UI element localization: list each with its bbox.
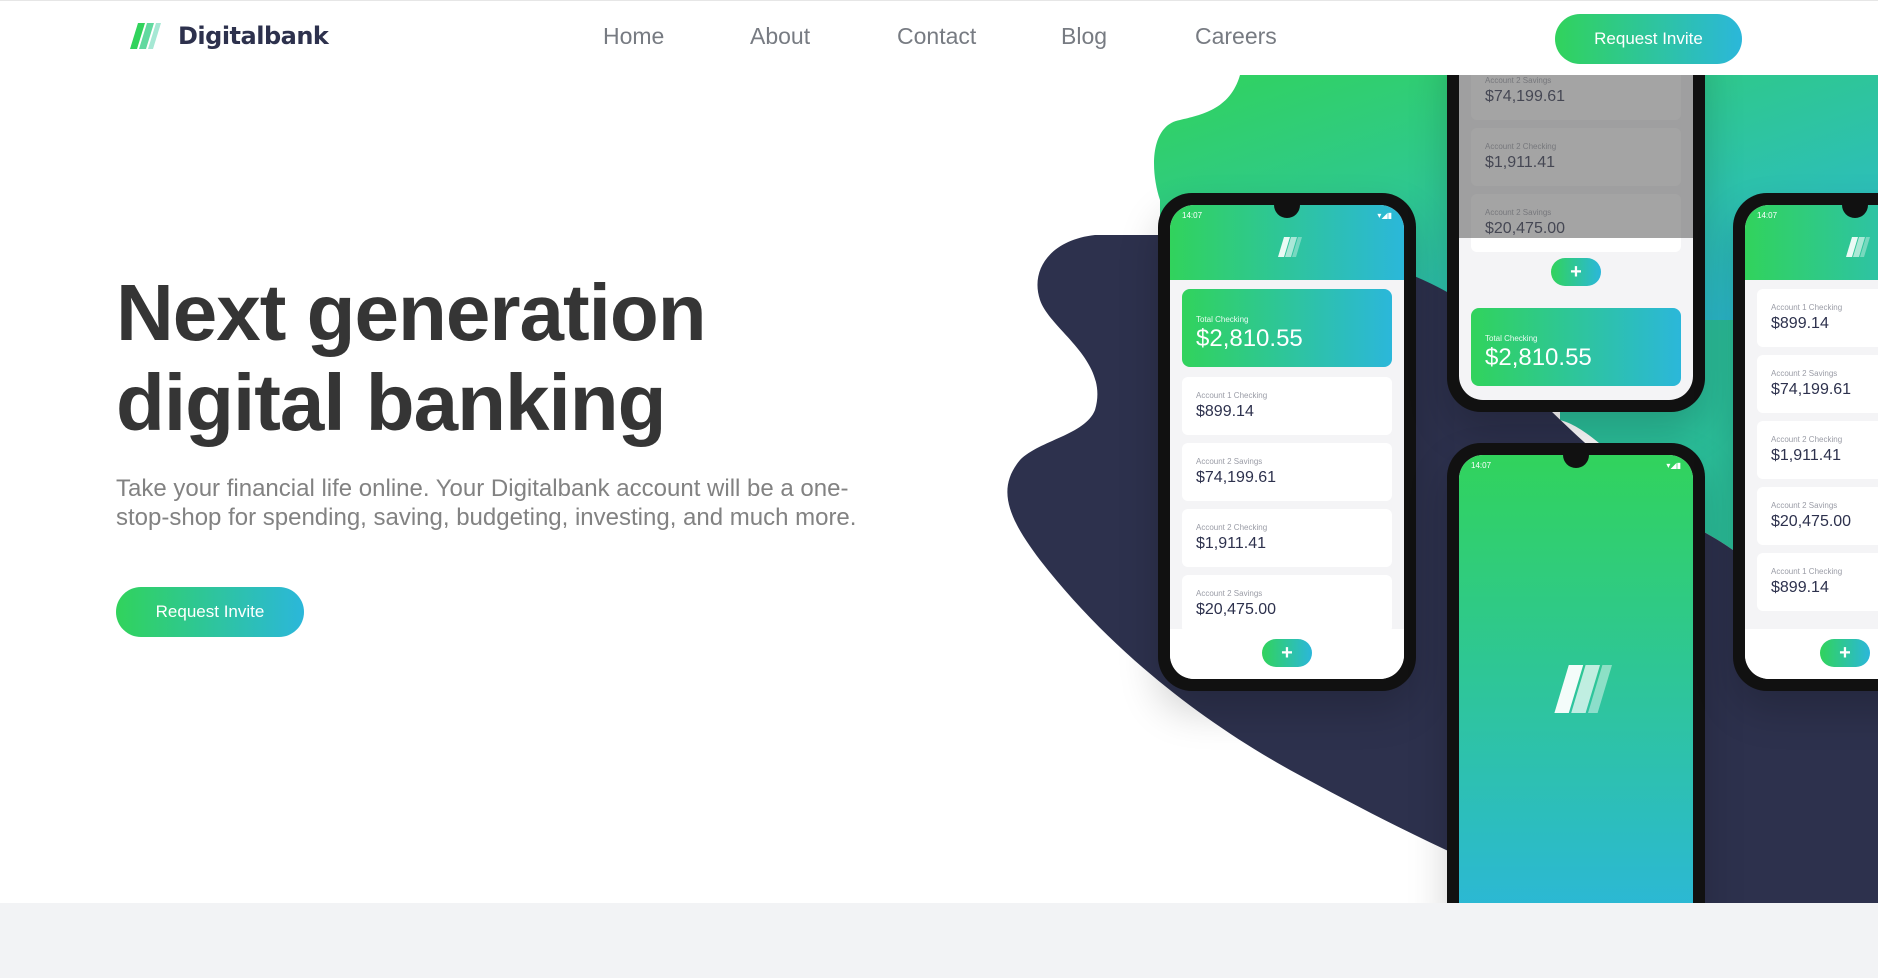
status-time: 14:07 bbox=[1182, 211, 1203, 220]
logo-icon bbox=[1554, 665, 1612, 713]
total-checking-label: Total Checking bbox=[1196, 315, 1249, 324]
account-label: Account 2 Savings bbox=[1771, 501, 1838, 510]
nav-link-careers[interactable]: Careers bbox=[1195, 23, 1277, 50]
account-card: Account 2 Savings $74,199.61 bbox=[1757, 355, 1878, 413]
nav-link-about[interactable]: About bbox=[750, 23, 810, 50]
total-checking-card: Total Checking $2,810.55 bbox=[1471, 308, 1681, 386]
phone-mockup-accounts-right: 14:07 Account 1 Checking $899.14 Account… bbox=[1733, 193, 1878, 691]
camera-notch bbox=[1842, 205, 1868, 218]
status-time: 14:07 bbox=[1757, 211, 1778, 220]
account-label: Account 2 Savings bbox=[1771, 369, 1838, 378]
phone-mockup-accounts: 14:07 ▾◢▮ Total Checking $2,810.55 Accou… bbox=[1158, 193, 1416, 691]
account-value: $1,911.41 bbox=[1196, 535, 1266, 552]
account-label: Account 2 Savings bbox=[1485, 76, 1552, 85]
account-value: $899.14 bbox=[1771, 579, 1829, 596]
account-card: Account 1 Checking $899.14 bbox=[1757, 553, 1878, 611]
total-checking-card: Total Checking $2,810.55 bbox=[1182, 289, 1392, 367]
account-value: $20,475.00 bbox=[1196, 601, 1277, 618]
status-time: 14:07 bbox=[1471, 461, 1492, 470]
signal-icon: ▾◢▮ bbox=[1666, 461, 1681, 470]
account-card: Account 2 Savings $20,475.00 bbox=[1471, 194, 1681, 252]
plus-icon: + bbox=[1551, 258, 1601, 286]
hero-description: Take your financial life online. Your Di… bbox=[116, 475, 857, 531]
nav-link-home[interactable]: Home bbox=[603, 23, 664, 50]
account-value: $20,475.00 bbox=[1771, 513, 1852, 530]
account-label: Account 2 Savings bbox=[1196, 589, 1263, 598]
phone-screen: 14:07 ▾◢▮ Total Checking $2,810.55 Accou… bbox=[1170, 205, 1404, 679]
account-label: Account 1 Checking bbox=[1771, 567, 1843, 576]
account-card: Account 2 Checking $1,911.41 bbox=[1182, 509, 1392, 567]
nav-link-contact[interactable]: Contact bbox=[897, 23, 976, 50]
plus-icon: + bbox=[1820, 639, 1870, 667]
account-card: Account 2 Savings $74,199.61 bbox=[1182, 443, 1392, 501]
account-value: $1,911.41 bbox=[1771, 447, 1841, 464]
navy-blob bbox=[1007, 235, 1878, 910]
account-value: $1,911.41 bbox=[1485, 154, 1555, 171]
account-card: Account 2 Checking $1,911.41 bbox=[1471, 128, 1681, 186]
account-card: Account 2 Savings $20,475.00 bbox=[1757, 487, 1878, 545]
account-card: Account 2 Checking $1,911.41 bbox=[1757, 421, 1878, 479]
site-header: Digitalbank Home About Contact Blog Care… bbox=[0, 0, 1878, 75]
account-value: $899.14 bbox=[1771, 315, 1829, 332]
total-checking-value: $2,810.55 bbox=[1196, 325, 1303, 352]
account-card: Account 1 Checking $899.14 bbox=[1182, 377, 1392, 435]
camera-notch bbox=[1563, 455, 1589, 468]
account-value: $899.14 bbox=[1196, 403, 1254, 420]
camera-notch bbox=[1274, 205, 1300, 218]
phone-footer: + bbox=[1745, 629, 1878, 679]
status-bar: 14:07 ▾◢▮ bbox=[1170, 205, 1404, 280]
hero-title: Next generation digital banking bbox=[116, 268, 936, 448]
phone-mockup-splash: 14:07 ▾◢▮ bbox=[1447, 443, 1705, 940]
signal-icon: ▾◢▮ bbox=[1377, 211, 1392, 220]
account-card: Account 1 Checking $899.14 bbox=[1757, 289, 1878, 347]
hero-title-line-2: digital banking bbox=[116, 358, 666, 447]
account-label: Account 1 Checking bbox=[1196, 391, 1268, 400]
total-checking-value: $2,810.55 bbox=[1485, 344, 1592, 371]
total-checking-label: Total Checking bbox=[1485, 334, 1538, 343]
phone-mockup-scrolled: Account 2 Savings $74,199.61 Account 2 C… bbox=[1447, 20, 1705, 412]
account-card: Account 2 Savings $20,475.00 bbox=[1182, 575, 1392, 633]
account-label: Account 2 Savings bbox=[1485, 208, 1552, 217]
account-value: $74,199.61 bbox=[1771, 381, 1852, 398]
logo-icon bbox=[1278, 237, 1302, 257]
green-blob bbox=[1154, 75, 1878, 320]
hero-request-invite-button[interactable]: Request Invite bbox=[116, 587, 304, 637]
account-value: $74,199.61 bbox=[1485, 88, 1566, 105]
splash-screen: 14:07 ▾◢▮ bbox=[1459, 455, 1693, 928]
hero-title-line-1: Next generation bbox=[116, 268, 707, 357]
plus-icon: + bbox=[1262, 639, 1312, 667]
account-label: Account 2 Savings bbox=[1196, 457, 1263, 466]
account-label: Account 2 Checking bbox=[1771, 435, 1843, 444]
account-label: Account 2 Checking bbox=[1485, 142, 1557, 151]
nav-link-blog[interactable]: Blog bbox=[1061, 23, 1107, 50]
logo-icon bbox=[1846, 237, 1870, 257]
account-label: Account 1 Checking bbox=[1771, 303, 1843, 312]
status-bar: 14:07 bbox=[1745, 205, 1878, 280]
account-label: Account 2 Checking bbox=[1196, 523, 1268, 532]
next-section-band bbox=[0, 903, 1878, 978]
account-value: $20,475.00 bbox=[1485, 220, 1566, 237]
phone-screen: Account 2 Savings $74,199.61 Account 2 C… bbox=[1459, 32, 1693, 400]
phone-footer: + bbox=[1170, 629, 1404, 679]
phone-screen: 14:07 ▾◢▮ bbox=[1459, 455, 1693, 928]
teal-blob bbox=[1560, 320, 1878, 604]
phone-screen: 14:07 Account 1 Checking $899.14 Account… bbox=[1745, 205, 1878, 679]
account-value: $74,199.61 bbox=[1196, 469, 1277, 486]
header-request-invite-button[interactable]: Request Invite bbox=[1555, 14, 1742, 64]
